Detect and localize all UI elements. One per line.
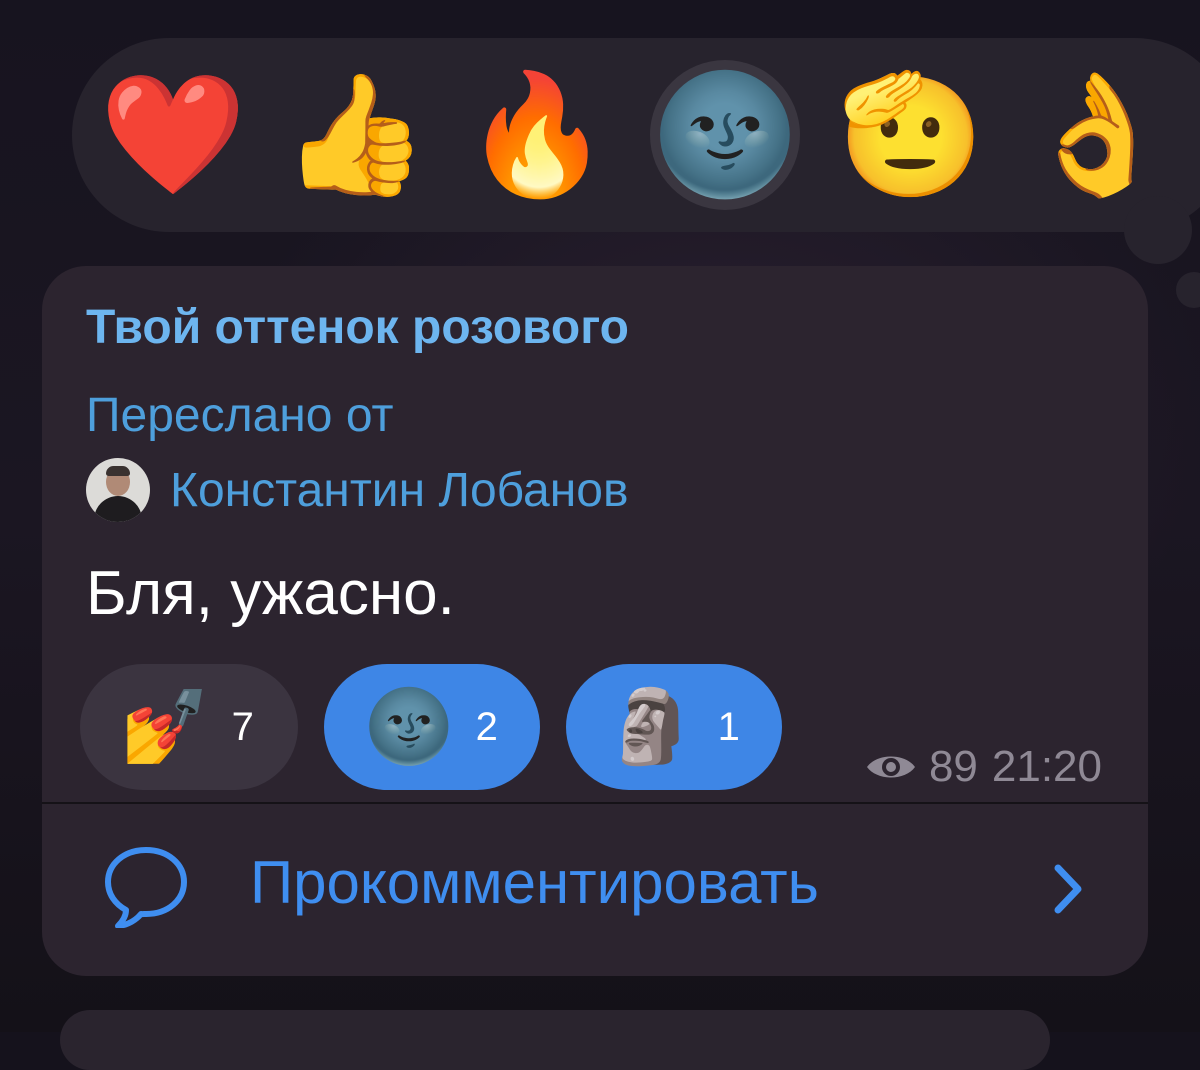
reaction-moai[interactable]: 🗿 1 (566, 664, 782, 790)
chevron-right-icon (1054, 864, 1082, 914)
channel-name[interactable]: Твой оттенок розового (86, 300, 629, 355)
nail-polish-icon: 💅 (120, 687, 210, 767)
message-time: 21:20 (991, 742, 1102, 791)
message-meta: 89 21:20 (865, 742, 1102, 792)
picker-fire[interactable]: 🔥 (462, 60, 612, 210)
picker-thumbs-up[interactable]: 👍 (280, 60, 430, 210)
reaction-count: 1 (717, 704, 740, 749)
picker-heart[interactable]: ❤️ (98, 60, 248, 210)
picker-ok-hand[interactable]: 👌 (1022, 60, 1172, 210)
view-count: 89 (928, 742, 978, 791)
avatar (86, 458, 150, 522)
picker-saluting-face[interactable]: 🫡 (836, 60, 986, 210)
forwarded-author-name: Константин Лобанов (170, 463, 629, 517)
new-moon-face-icon: 🌚 (364, 687, 454, 767)
speech-bubble-icon (105, 847, 187, 928)
eye-icon (866, 756, 915, 778)
moai-icon: 🗿 (606, 687, 696, 767)
message-bubble[interactable]: Твой оттенок розового Переслано от Конст… (42, 266, 1148, 976)
reaction-nail-polish[interactable]: 💅 7 (80, 664, 298, 790)
reaction-count: 7 (231, 704, 254, 749)
forwarded-author[interactable]: Константин Лобанов (86, 458, 628, 522)
comment-button[interactable]: Прокомментировать (42, 804, 1148, 976)
comment-label: Прокомментировать (250, 849, 819, 916)
next-message-bubble[interactable] (60, 1010, 1050, 1070)
forwarded-label: Переслано от (86, 389, 394, 442)
reaction-count: 2 (475, 704, 498, 749)
picker-new-moon-face[interactable]: 🌚 (650, 60, 800, 210)
reaction-new-moon-face[interactable]: 🌚 2 (324, 664, 540, 790)
message-text: Бля, ужасно. (86, 559, 455, 628)
